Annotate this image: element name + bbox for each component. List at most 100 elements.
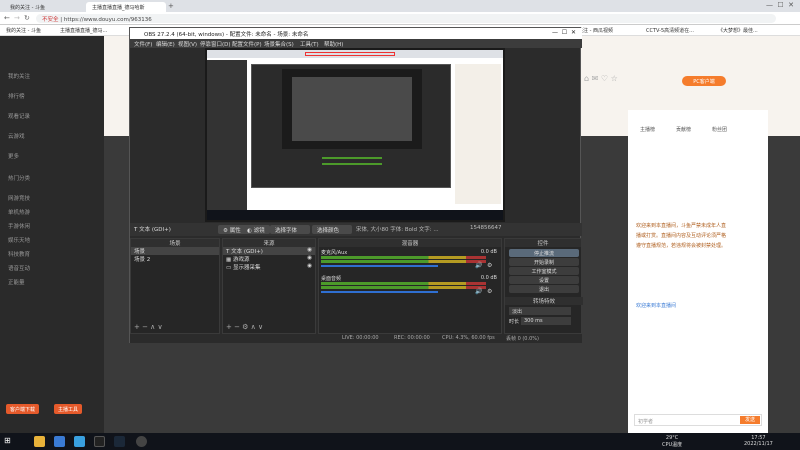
tab-label: 粉丝团 [712, 127, 728, 133]
sidebar-item[interactable]: 正能量 [8, 278, 25, 286]
scene-dock-buttons[interactable]: + − ∧ ∨ [134, 323, 163, 331]
bookmark-item[interactable]: CCTV-5高清频道在... [646, 27, 694, 34]
sidebar-item[interactable]: 单机热游 [8, 208, 30, 216]
browser-tab-1[interactable]: 我的关注 - 斗鱼 [4, 2, 84, 12]
eye-icon[interactable]: ◉ [307, 247, 315, 253]
select-color-button[interactable]: 选择颜色 [312, 225, 352, 234]
volume-slider[interactable] [321, 291, 438, 293]
text-value[interactable]: 154856647 [470, 225, 502, 231]
send-button[interactable]: 发送 [740, 416, 760, 424]
exit-button[interactable]: 退出 [509, 285, 579, 293]
speaker-icon[interactable]: 🔊 [475, 288, 482, 295]
rank-tab[interactable]: 粉丝团 [712, 126, 727, 133]
app-icon[interactable] [74, 436, 85, 447]
menu-item[interactable]: 视图(V) [178, 40, 197, 48]
sidebar-item[interactable]: 语音互动 [8, 264, 30, 272]
volume-slider[interactable] [321, 265, 438, 267]
menu-item[interactable]: 配置文件(P) [232, 40, 262, 48]
rank-tab[interactable]: 贡献榜 [676, 126, 691, 133]
window-controls[interactable]: — ☐ ✕ [766, 1, 794, 9]
sidebar-item[interactable]: 观看记录 [8, 112, 30, 120]
dock-title: 混音器 [319, 239, 501, 247]
sidebar-item-label: 娱乐天地 [8, 238, 31, 244]
menu-item[interactable]: 编辑(E) [156, 40, 175, 48]
obs-preview[interactable] [205, 48, 505, 222]
menu-item[interactable]: 停靠窗口(D) [200, 40, 231, 48]
steam-icon[interactable] [114, 436, 125, 447]
rank-tab[interactable]: 主播榜 [640, 126, 655, 133]
studio-mode-button[interactable]: 工作室模式 [509, 267, 579, 275]
controls-dock: 控件 停止推流 开始录制 工作室模式 设置 退出 转场特效 淡出 时长 300 … [504, 238, 583, 334]
penguin-icon[interactable] [94, 436, 105, 447]
nav-icons[interactable]: ⌂ ✉ ♡ ☆ [584, 74, 618, 83]
dropped-frames: 丢帧 0 (0.0%) [506, 336, 539, 342]
transition-value: 淡出 [512, 309, 523, 315]
sidebar-item[interactable]: 娱乐天地 [8, 236, 30, 244]
bookmark-label: 我的关注 - 斗鱼 [6, 28, 41, 34]
volume-meter [321, 282, 486, 285]
sidebar-item[interactable]: 科技教育 [8, 250, 30, 258]
source-dock-buttons[interactable]: + − ⚙ ∧ ∨ [226, 323, 263, 331]
pc-client-button[interactable]: PC客户端 [682, 76, 726, 86]
window-controls[interactable]: — ☐ ✕ [552, 29, 576, 36]
select-font-button[interactable]: 选择字体 [270, 225, 310, 234]
button-label: 开始录制 [533, 260, 554, 266]
nested-meter [322, 163, 382, 165]
filters-button[interactable]: ◐ 滤镜 [242, 225, 270, 234]
start-recording-button[interactable]: 开始录制 [509, 258, 579, 266]
source-item[interactable]: ▭ 显示器采集 ◉ [223, 263, 315, 271]
clock[interactable]: 17:57 2022/11/17 [744, 435, 773, 447]
mixer-channel-db: 0.0 dB [480, 275, 497, 281]
sidebar-item[interactable]: 更多 [8, 152, 19, 160]
bookmark-item[interactable]: 主播直播直播_德马... [60, 27, 107, 34]
menu-item[interactable]: 工具(T) [300, 40, 319, 48]
sidebar-item[interactable]: 网游竞技 [8, 194, 30, 202]
source-item[interactable]: T 文本 (GDI+) ◉ [223, 247, 315, 255]
menu-item[interactable]: 文件(F) [134, 40, 152, 48]
new-tab-icon[interactable]: + [168, 2, 174, 10]
chat-line: 遵守直播规范，若违规将会被封禁处理。 [636, 242, 726, 249]
speaker-icon[interactable]: 🔊 [475, 262, 482, 269]
settings-button[interactable]: 设置 [509, 276, 579, 284]
eye-icon[interactable]: ◉ [307, 263, 315, 269]
scene-item[interactable]: 场景 2 [131, 255, 219, 263]
url-field[interactable]: 不安全 | https://www.douyu.com/963136 [36, 14, 776, 23]
sidebar-item[interactable]: 排行榜 [8, 92, 25, 100]
volume-meter [321, 256, 486, 259]
weather-sub: CPU温度 [662, 442, 683, 448]
back-icon[interactable]: ← [4, 14, 10, 22]
sidebar-item[interactable]: 手游休闲 [8, 222, 30, 230]
sidebar-item-label: 我的关注 [8, 74, 31, 80]
sidebar-item[interactable]: 我的关注 [8, 72, 30, 80]
source-label: 显示器采集 [232, 265, 261, 271]
anchor-tools-button[interactable]: 主播工具 [54, 404, 83, 414]
sidebar-item[interactable]: 云游戏 [8, 132, 25, 140]
sidebar-item[interactable]: 热门分类 [8, 174, 30, 182]
nested-taskbar [207, 210, 503, 220]
text-source-bbox [305, 52, 395, 56]
tab-label: 主播直播直播_德马哈斯 [92, 5, 145, 11]
browser-tab-2[interactable]: 主播直播直播_德马哈斯 [86, 2, 166, 12]
eye-icon[interactable]: ◉ [307, 255, 315, 261]
text-value-label: 154856647 [470, 225, 502, 231]
app-icon[interactable] [54, 436, 65, 447]
windows-taskbar: ⊞ 29°C CPU温度 17:57 2022/11/17 [0, 433, 800, 450]
weather-widget[interactable]: 29°C CPU温度 [662, 435, 682, 448]
start-icon[interactable]: ⊞ [4, 436, 11, 445]
chrome-icon[interactable] [34, 436, 45, 447]
client-download-button[interactable]: 客户端下载 [6, 404, 40, 414]
gear-icon[interactable]: ⚙ [487, 288, 492, 295]
bookmark-item[interactable]: 我的关注 - 斗鱼 [6, 27, 41, 34]
source-item[interactable]: ▦ 游戏源 ◉ [223, 255, 315, 263]
duration-field[interactable]: 300 ms [521, 317, 571, 325]
stop-streaming-button[interactable]: 停止推流 [509, 249, 579, 257]
obs-icon[interactable] [136, 436, 147, 447]
gear-icon[interactable]: ⚙ [487, 262, 492, 269]
forward-icon[interactable]: → [14, 14, 20, 22]
scene-item[interactable]: 场景 [131, 247, 219, 255]
transition-select[interactable]: 淡出 [509, 307, 571, 315]
menu-item[interactable]: 场景集合(S) [264, 40, 294, 48]
menu-item[interactable]: 帮助(H) [324, 40, 343, 48]
bookmark-item[interactable]: 《大梦想》最佳... [718, 27, 758, 34]
reload-icon[interactable]: ↻ [24, 14, 30, 22]
